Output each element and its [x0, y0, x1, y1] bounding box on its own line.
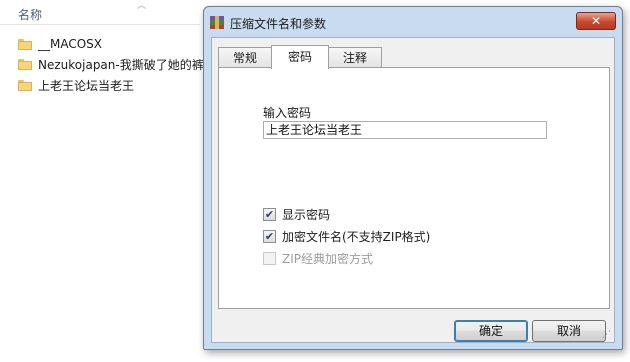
cancel-button[interactable]: 取消 [532, 320, 606, 342]
list-item[interactable]: Nezukojapan-我撕破了她的裤 [18, 55, 204, 73]
winrar-books-icon [210, 16, 224, 29]
show-password-label: 显示密码 [282, 208, 331, 222]
zip-legacy-encryption-label: ZIP经典加密方式 [282, 252, 373, 266]
folder-icon [18, 79, 32, 91]
ok-button[interactable]: 确定 [454, 320, 528, 342]
column-separator [0, 24, 200, 25]
archive-params-dialog: 压缩文件名和参数 ✕ 常规 密码 注释 输入密码 上老王论坛当老王 ✔ 显示密码… [203, 6, 623, 350]
password-label: 输入密码 [263, 106, 312, 120]
file-name: __MACOSX [38, 37, 103, 51]
list-item[interactable]: 上老王论坛当老王 [18, 76, 134, 94]
column-header-name[interactable]: 名称 [18, 6, 42, 23]
encrypt-filenames-label: 加密文件名(不支持ZIP格式) [282, 230, 431, 244]
close-button[interactable]: ✕ [576, 12, 616, 30]
tab-comment[interactable]: 注释 [328, 47, 383, 68]
show-password-checkbox[interactable]: ✔ [263, 208, 276, 221]
encrypt-filenames-checkbox[interactable]: ✔ [263, 230, 276, 243]
folder-icon [18, 38, 32, 50]
zip-legacy-encryption-checkbox[interactable] [263, 252, 276, 265]
tab-password[interactable]: 密码 [271, 45, 330, 69]
tab-general[interactable]: 常规 [218, 47, 273, 68]
tab-bar: 常规 密码 注释 [218, 45, 383, 69]
encrypt-filenames-option[interactable]: ✔ 加密文件名(不支持ZIP格式) [263, 228, 430, 245]
close-icon: ✕ [590, 14, 602, 28]
list-item[interactable]: __MACOSX [18, 35, 102, 53]
folder-icon [18, 58, 32, 70]
password-tab-panel: 输入密码 上老王论坛当老王 ✔ 显示密码 ✔ 加密文件名(不支持ZIP格式) Z… [218, 67, 610, 309]
zip-legacy-encryption-option[interactable]: ZIP经典加密方式 [263, 250, 373, 267]
show-password-option[interactable]: ✔ 显示密码 [263, 206, 330, 223]
dialog-client-area: 常规 密码 注释 输入密码 上老王论坛当老王 ✔ 显示密码 ✔ 加密文件名(不支… [211, 37, 615, 343]
password-field[interactable]: 上老王论坛当老王 [263, 121, 547, 139]
file-name: Nezukojapan-我撕破了她的裤 [38, 57, 204, 72]
resize-grip-icon[interactable]: ⋰ [602, 330, 612, 340]
sort-chevron-icon: ︿ [137, 1, 147, 11]
file-name: 上老王论坛当老王 [38, 78, 135, 93]
dialog-title: 压缩文件名和参数 [230, 17, 327, 31]
dialog-titlebar[interactable]: 压缩文件名和参数 ✕ [204, 7, 622, 37]
